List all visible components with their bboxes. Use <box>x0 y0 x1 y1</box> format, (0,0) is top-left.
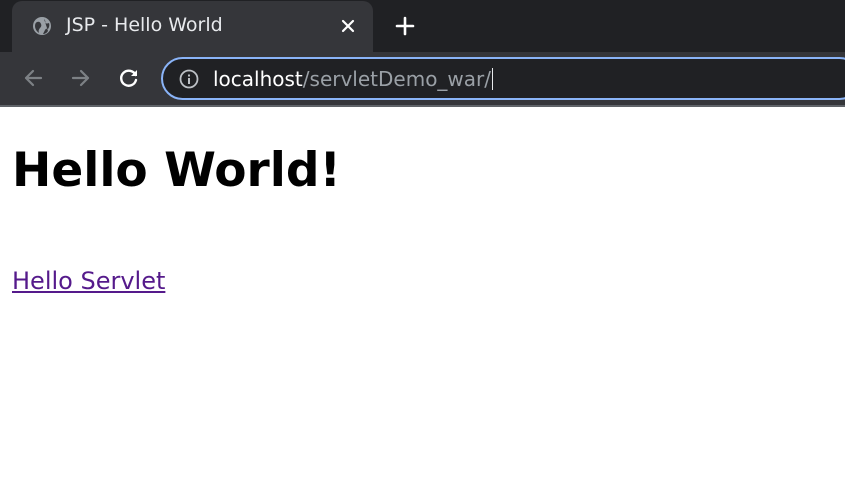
info-icon[interactable] <box>179 69 199 89</box>
close-tab-button[interactable] <box>337 15 359 37</box>
page-content: Hello World! Hello Servlet <box>0 107 845 504</box>
url-host: localhost <box>213 67 303 91</box>
reload-icon <box>120 69 138 87</box>
globe-icon <box>32 16 52 36</box>
url-text[interactable]: localhost/servletDemo_war/ <box>213 67 494 91</box>
url-path: /servletDemo_war/ <box>302 67 492 91</box>
tab-strip: JSP - Hello World <box>0 0 845 52</box>
arrow-left-icon <box>24 69 43 87</box>
arrow-right-icon <box>71 69 90 87</box>
text-caret <box>492 68 494 90</box>
tab-title: JSP - Hello World <box>66 14 223 36</box>
plus-icon <box>395 16 415 36</box>
tab-active[interactable]: JSP - Hello World <box>12 1 373 52</box>
reload-button[interactable] <box>116 65 142 91</box>
browser-toolbar: localhost/servletDemo_war/ <box>0 52 845 105</box>
forward-button[interactable] <box>68 65 94 91</box>
address-bar[interactable]: localhost/servletDemo_war/ <box>161 57 845 100</box>
page-heading: Hello World! <box>12 143 341 198</box>
hello-servlet-link[interactable]: Hello Servlet <box>12 267 165 295</box>
close-icon <box>341 19 355 33</box>
back-button[interactable] <box>20 65 46 91</box>
new-tab-button[interactable] <box>392 13 418 39</box>
